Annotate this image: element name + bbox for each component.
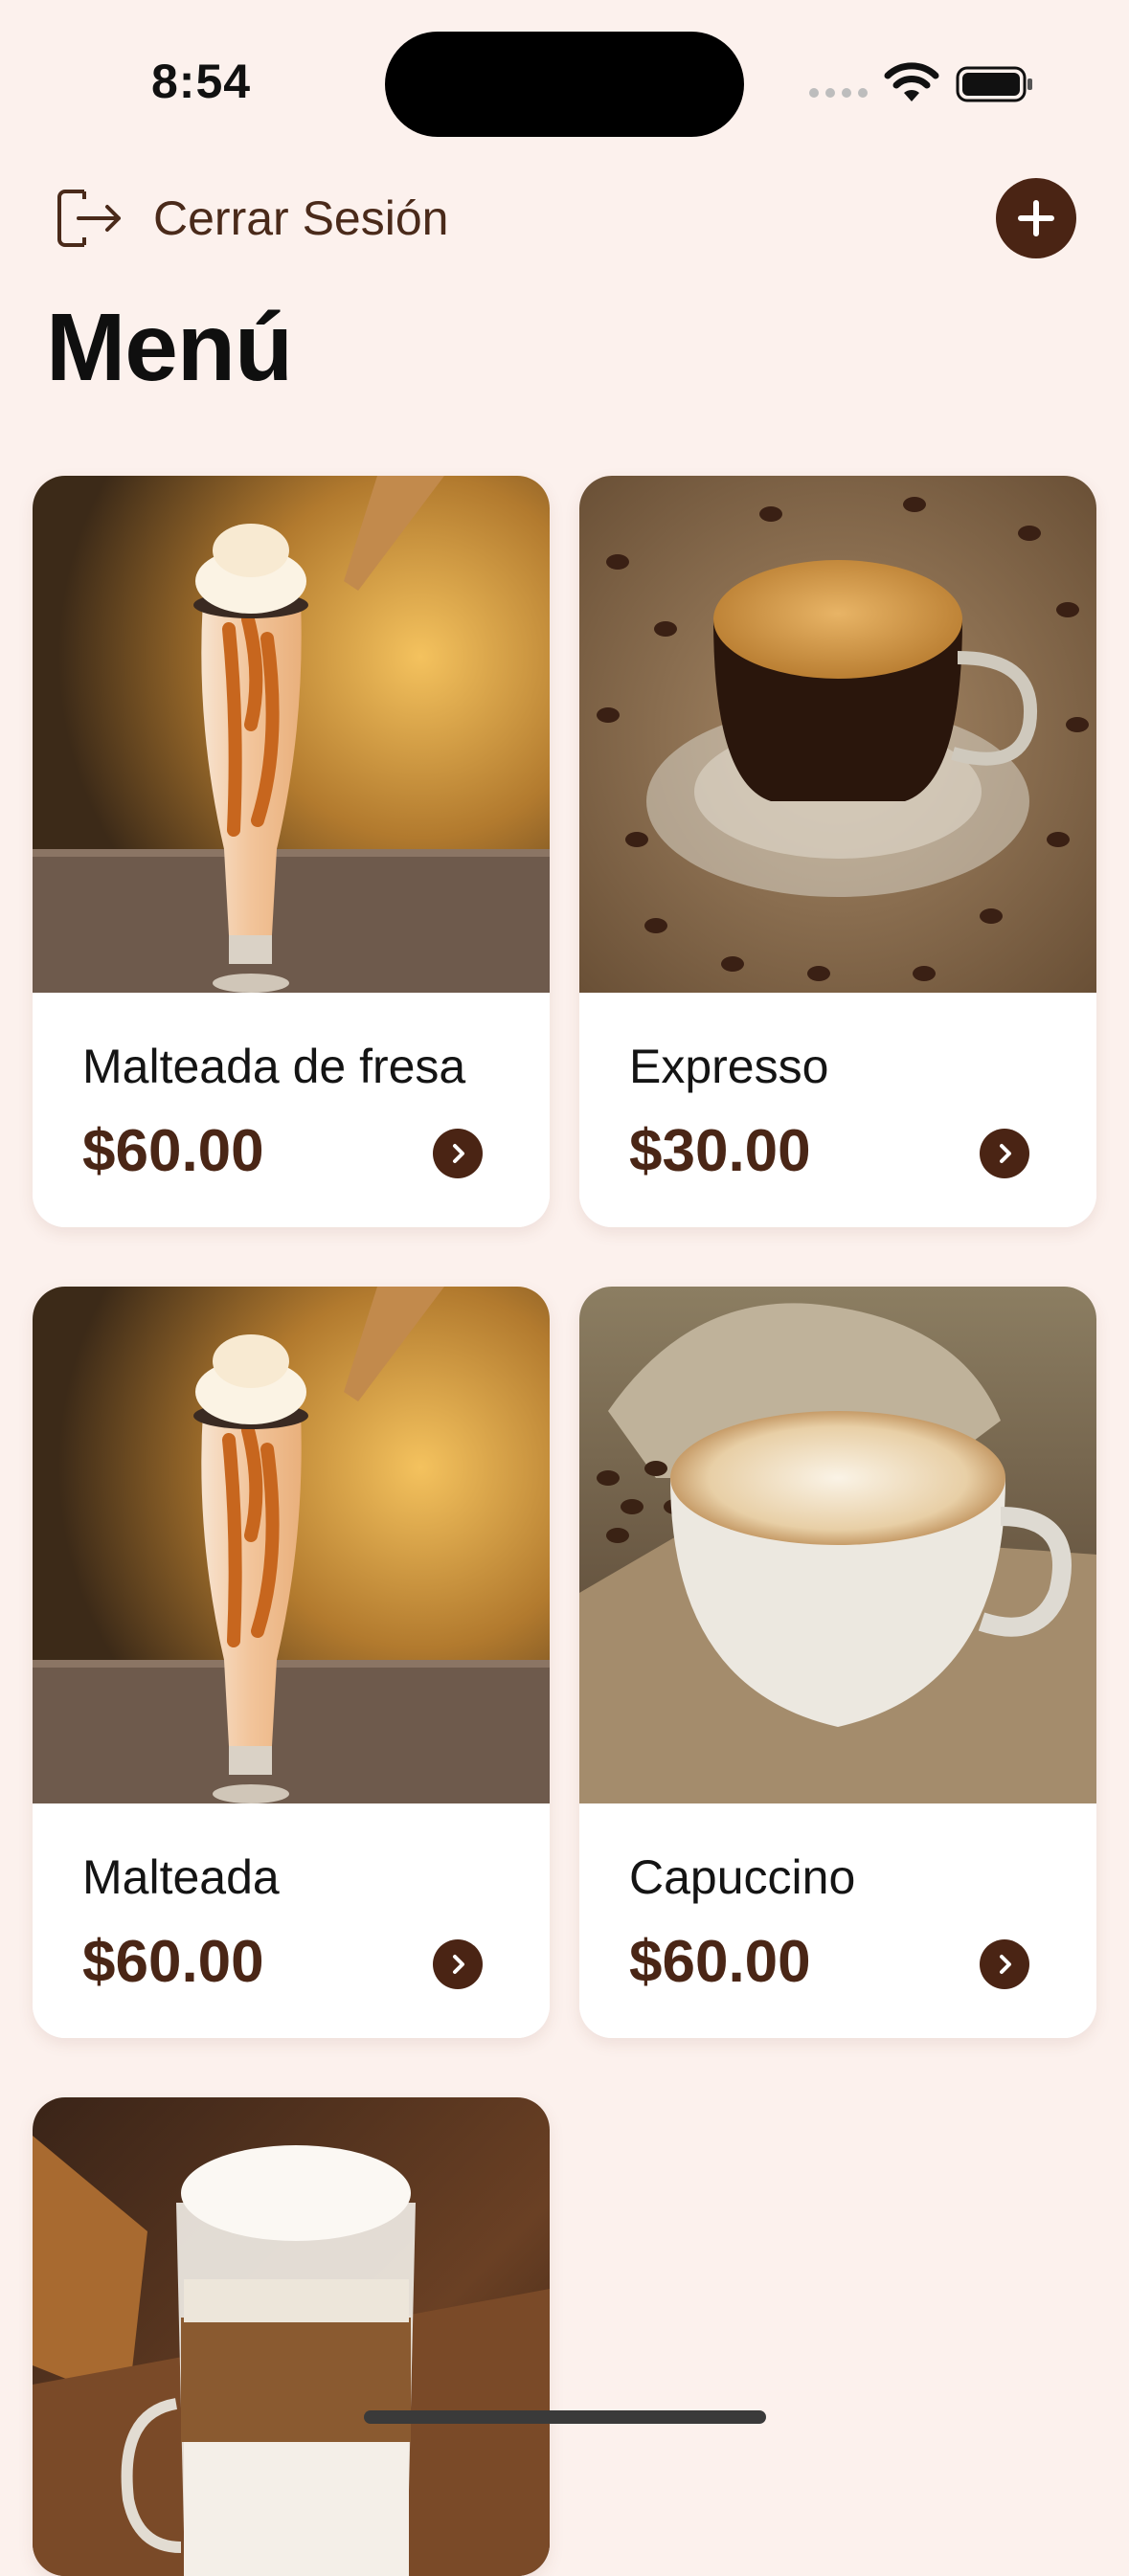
cappuccino-image <box>579 1287 1096 1803</box>
logout-icon <box>57 190 121 247</box>
menu-card[interactable]: Capuccino $60.00 <box>579 1287 1096 2038</box>
espresso-image <box>579 476 1096 993</box>
logout-button[interactable]: Cerrar Sesión <box>50 180 448 257</box>
add-item-button[interactable] <box>996 178 1076 258</box>
home-indicator[interactable] <box>364 2410 766 2424</box>
latte-macchiato-image <box>33 2097 550 2576</box>
chevron-right-icon[interactable] <box>433 1129 483 1178</box>
chevron-right-icon[interactable] <box>433 1939 483 1989</box>
item-name: Capuccino <box>629 1850 856 1904</box>
wifi-icon <box>884 62 939 101</box>
item-price: $30.00 <box>629 1118 811 1184</box>
page-title: Menú <box>46 294 293 401</box>
chevron-right-icon[interactable] <box>980 1939 1029 1989</box>
cellular-signal-icon <box>809 88 868 98</box>
battery-icon <box>956 66 1032 102</box>
status-time: 8:54 <box>151 55 252 108</box>
menu-card[interactable]: Malteada de fresa $60.00 <box>33 476 550 1227</box>
item-name: Expresso <box>629 1040 829 1093</box>
item-price: $60.00 <box>82 1929 264 1995</box>
item-price: $60.00 <box>629 1929 811 1995</box>
item-price: $60.00 <box>82 1118 264 1184</box>
milkshake-image <box>33 476 550 993</box>
dynamic-island <box>385 32 744 137</box>
menu-card[interactable] <box>33 2097 550 2576</box>
chevron-right-icon[interactable] <box>980 1129 1029 1178</box>
item-name: Malteada <box>82 1850 280 1904</box>
plus-icon <box>1018 200 1054 236</box>
menu-card[interactable]: Malteada $60.00 <box>33 1287 550 2038</box>
item-name: Malteada de fresa <box>82 1040 466 1093</box>
menu-card[interactable]: Expresso $30.00 <box>579 476 1096 1227</box>
milkshake-image <box>33 1287 550 1803</box>
logout-label: Cerrar Sesión <box>153 191 449 245</box>
